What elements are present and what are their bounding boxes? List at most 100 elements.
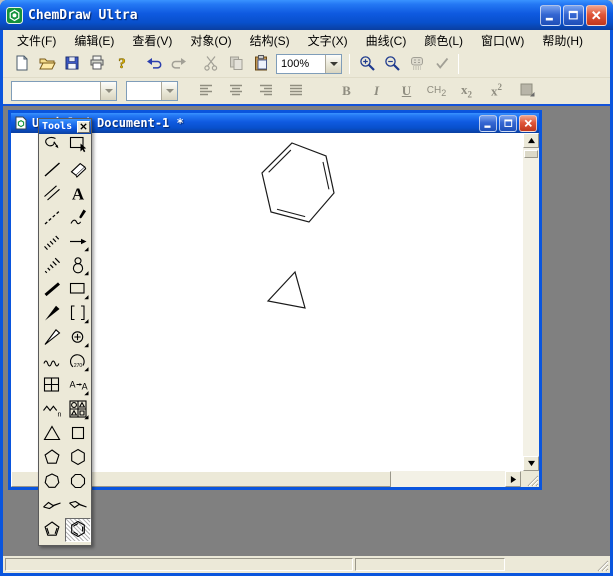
- doc-maximize-button[interactable]: [499, 115, 517, 132]
- cut-button[interactable]: [199, 53, 222, 75]
- redo-button[interactable]: [167, 53, 190, 75]
- new-document-button[interactable]: [10, 53, 33, 75]
- maximize-button[interactable]: [563, 5, 584, 26]
- character-style-button[interactable]: [515, 80, 538, 102]
- zoom-in-button[interactable]: [355, 53, 378, 75]
- arc-tool[interactable]: 270: [65, 350, 91, 374]
- dashed-bond-tool[interactable]: [39, 206, 65, 230]
- close-button[interactable]: [586, 5, 607, 26]
- text-tool[interactable]: A: [65, 182, 91, 206]
- chair-cyclohexane-template-2[interactable]: [65, 494, 91, 518]
- periodic-table-button[interactable]: [405, 53, 428, 75]
- cyclopropane-ring[interactable]: [268, 272, 305, 308]
- multiple-bond-tool[interactable]: [39, 182, 65, 206]
- atom-to-atom-tool[interactable]: AA: [65, 374, 91, 398]
- menu-file[interactable]: 文件(F): [8, 30, 65, 51]
- rectangle-tool[interactable]: [65, 278, 91, 302]
- cycloheptane-template[interactable]: [39, 470, 65, 494]
- paste-button[interactable]: [249, 53, 272, 75]
- chevron-down-icon[interactable]: [325, 55, 341, 73]
- zoom-out-button[interactable]: [380, 53, 403, 75]
- app-titlebar[interactable]: ChemDraw Ultra: [0, 0, 613, 30]
- font-combobox[interactable]: [11, 81, 117, 101]
- bold-bond-tool[interactable]: [39, 278, 65, 302]
- benzene-ring[interactable]: [262, 143, 334, 222]
- vertical-scroll-thumb[interactable]: [524, 150, 538, 158]
- subscript-button[interactable]: x2: [455, 80, 478, 102]
- multiple-bond-icon: [41, 182, 63, 207]
- superscript-button-label: x2: [491, 82, 502, 99]
- chevron-down-icon[interactable]: [100, 82, 116, 100]
- chemical-symbol-tool[interactable]: [65, 326, 91, 350]
- open-button[interactable]: [35, 53, 58, 75]
- cyclopentadiene-template[interactable]: [39, 518, 65, 542]
- doc-close-button[interactable]: [519, 115, 537, 132]
- menu-help[interactable]: 帮助(H): [533, 30, 592, 51]
- lasso-tool[interactable]: [39, 134, 65, 158]
- check-structure-button[interactable]: [430, 53, 453, 75]
- formula-button[interactable]: CH2: [425, 80, 448, 102]
- benzene-ring-double-bond[interactable]: [269, 150, 291, 172]
- align-left-button[interactable]: [194, 80, 217, 102]
- menu-object[interactable]: 对象(O): [181, 30, 240, 51]
- undo-button[interactable]: [142, 53, 165, 75]
- new-doc-icon: [13, 54, 31, 75]
- benzene-template[interactable]: [65, 518, 91, 542]
- lasso-icon: [41, 134, 63, 159]
- save-button[interactable]: [60, 53, 83, 75]
- hashed-wedge-bond-tool[interactable]: [39, 254, 65, 278]
- cyclohexane-template[interactable]: [65, 446, 91, 470]
- chevron-down-icon[interactable]: [161, 82, 177, 100]
- zoom-combobox[interactable]: 100%: [276, 54, 342, 74]
- doc-minimize-button[interactable]: [479, 115, 497, 132]
- align-right-button[interactable]: [254, 80, 277, 102]
- tools-palette-titlebar[interactable]: Tools: [39, 119, 91, 134]
- hollow-wedge-bond-tool[interactable]: [39, 326, 65, 350]
- menu-color[interactable]: 颜色(L): [415, 30, 472, 51]
- bracket-tool[interactable]: [65, 302, 91, 326]
- document-resize-grip[interactable]: [521, 471, 539, 487]
- scroll-right-button[interactable]: [505, 471, 521, 487]
- wavy-bond-tool[interactable]: [39, 350, 65, 374]
- solid-bond-tool[interactable]: [39, 158, 65, 182]
- italic-button[interactable]: I: [365, 80, 388, 102]
- minimize-button[interactable]: [540, 5, 561, 26]
- scroll-up-button[interactable]: [523, 133, 539, 148]
- cyclopentane-template[interactable]: [39, 446, 65, 470]
- superscript-button[interactable]: x2: [485, 80, 508, 102]
- print-button[interactable]: [85, 53, 108, 75]
- vertical-scrollbar[interactable]: [523, 133, 539, 471]
- chair-cyclohexane-template-1[interactable]: [39, 494, 65, 518]
- eraser-tool[interactable]: [65, 158, 91, 182]
- window-resize-grip[interactable]: [596, 559, 609, 572]
- horizontal-scroll-track[interactable]: [391, 471, 505, 487]
- wedge-bond-tool[interactable]: [39, 302, 65, 326]
- align-center-button[interactable]: [224, 80, 247, 102]
- marquee-tool[interactable]: [65, 134, 91, 158]
- cyclobutane-template[interactable]: [65, 422, 91, 446]
- menu-edit[interactable]: 编辑(E): [65, 30, 123, 51]
- underline-button[interactable]: U: [395, 80, 418, 102]
- hashed-bond-tool[interactable]: [39, 230, 65, 254]
- align-justify-button[interactable]: [284, 80, 307, 102]
- font-size-combobox[interactable]: [126, 81, 178, 101]
- cyclooctane-template[interactable]: [65, 470, 91, 494]
- menu-structure[interactable]: 结构(S): [241, 30, 299, 51]
- benzene-ring-double-bond[interactable]: [277, 209, 305, 216]
- polymer-tool[interactable]: n: [39, 398, 65, 422]
- bold-button[interactable]: B: [335, 80, 358, 102]
- copy-button[interactable]: [224, 53, 247, 75]
- cyclopropane-template[interactable]: [39, 422, 65, 446]
- menu-view[interactable]: 查看(V): [123, 30, 181, 51]
- scroll-down-button[interactable]: [523, 456, 539, 471]
- menu-window[interactable]: 窗口(W): [472, 30, 533, 51]
- arrow-tool[interactable]: [65, 230, 91, 254]
- menu-curves[interactable]: 曲线(C): [357, 30, 416, 51]
- pen-tool[interactable]: [65, 206, 91, 230]
- table-tool[interactable]: [39, 374, 65, 398]
- help-button[interactable]: ?: [110, 53, 133, 75]
- menu-text[interactable]: 文字(X): [299, 30, 357, 51]
- tools-palette-close-button[interactable]: [77, 121, 90, 133]
- template-tool[interactable]: [65, 398, 91, 422]
- orbital-tool[interactable]: [65, 254, 91, 278]
